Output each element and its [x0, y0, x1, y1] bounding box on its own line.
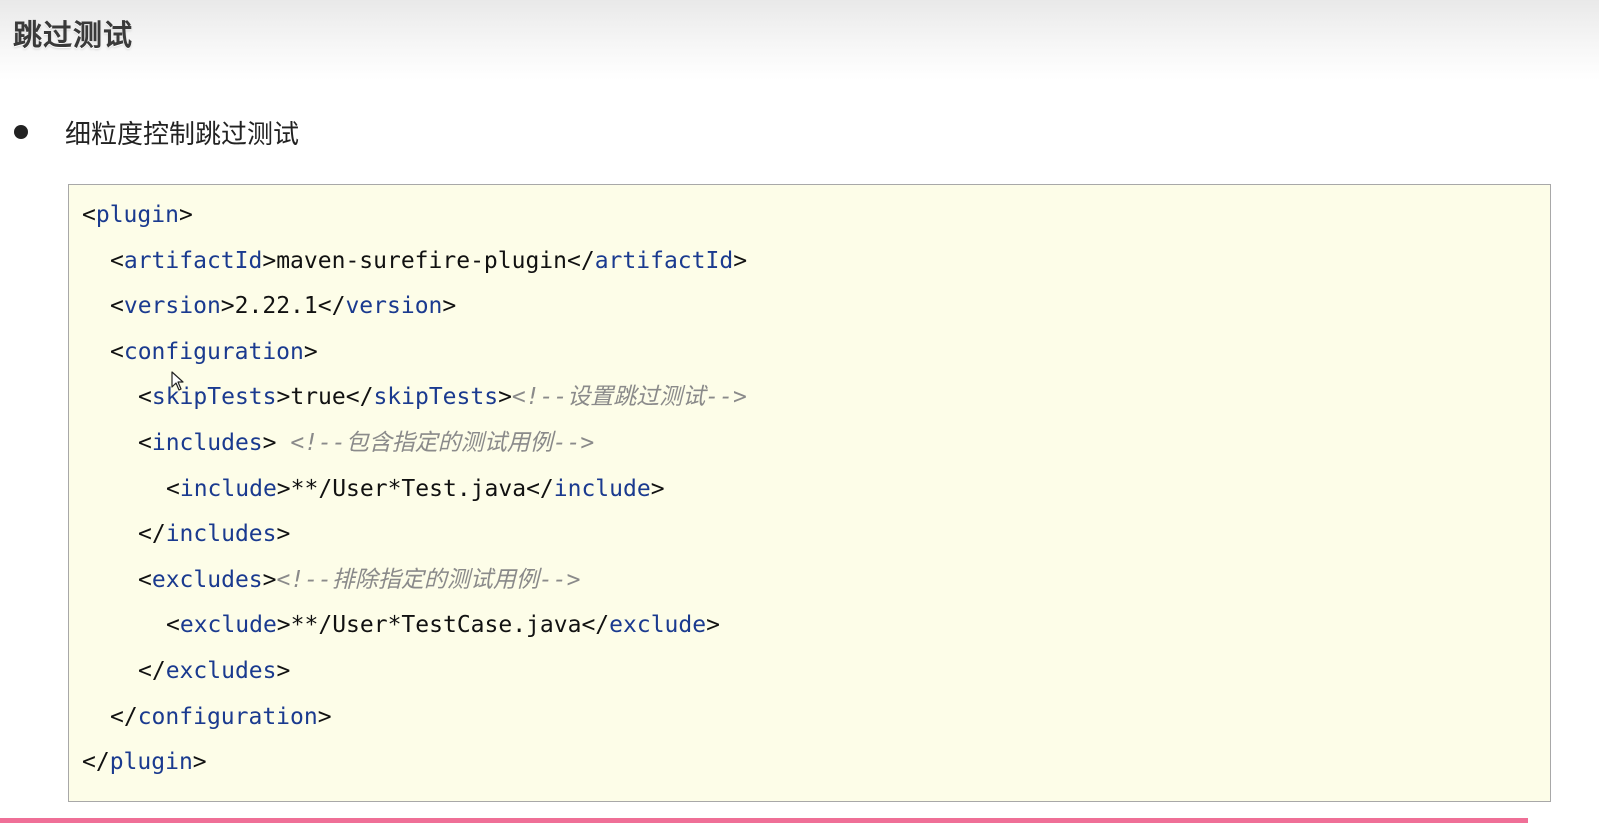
code-punctuation: > — [220, 293, 235, 320]
code-tag-name: exclude — [179, 612, 277, 639]
bullet-item: 细粒度控制跳过测试 — [14, 112, 299, 152]
code-punctuation: > — [706, 612, 720, 639]
code-tag-name: include — [179, 475, 277, 502]
code-line: <skipTests>true</skipTests><!--设置跳过测试--> — [138, 382, 747, 412]
code-tag-name: version — [123, 293, 221, 320]
code-tag-name: excludes — [165, 658, 277, 684]
page-title: 跳过测试 — [13, 18, 134, 52]
code-punctuation: > — [303, 338, 318, 365]
code-punctuation: </ — [581, 612, 610, 639]
code-tag-name: excludes — [151, 566, 263, 593]
code-punctuation: </ — [526, 475, 554, 502]
code-block: <plugin> <artifactId>maven-surefire-plugi… — [68, 184, 1551, 802]
code-line: <artifactId>maven-surefire-plugin</artif… — [110, 246, 747, 276]
code-tag-name: plugin — [95, 202, 179, 228]
code-punctuation: < — [110, 338, 124, 365]
code-tag-name: artifactId — [123, 247, 263, 274]
bullet-dot-icon — [14, 125, 28, 139]
code-punctuation: > — [262, 566, 277, 593]
code-punctuation: < — [138, 384, 152, 411]
code-punctuation: < — [82, 202, 96, 228]
code-tag-name: includes — [151, 430, 263, 456]
code-tag-name: version — [345, 293, 443, 320]
code-punctuation: > — [276, 475, 291, 502]
code-comment: <!--设置跳过测试--> — [511, 384, 747, 411]
code-punctuation: </ — [345, 384, 374, 411]
code-punctuation: </ — [567, 247, 595, 274]
code-punctuation: < — [166, 475, 180, 502]
code-text: maven-surefire-plugin — [276, 247, 567, 274]
code-punctuation: > — [442, 293, 457, 320]
code-line: <plugin> — [82, 200, 193, 230]
code-punctuation: </ — [82, 749, 110, 776]
code-text: **/User*TestCase.java — [290, 612, 582, 639]
code-tag-name: configuration — [137, 703, 318, 730]
code-tag-name: artifactId — [594, 247, 734, 274]
code-comment: <!--排除指定的测试用例--> — [276, 566, 581, 593]
code-comment: <!--包含指定的测试用例--> — [290, 430, 595, 456]
code-punctuation: </ — [110, 703, 138, 730]
code-punctuation: > — [650, 475, 665, 502]
code-line: <configuration> — [110, 337, 318, 367]
code-punctuation: > — [276, 521, 291, 548]
mouse-pointer-icon — [171, 371, 184, 391]
header-band — [0, 0, 1599, 80]
accent-bar — [0, 818, 1528, 823]
code-punctuation: > — [276, 612, 291, 639]
code-line: <include>**/User*Test.java</include> — [166, 474, 665, 504]
code-tag-name: exclude — [609, 612, 707, 639]
code-text: **/User*Test.java — [290, 475, 527, 502]
code-punctuation: > — [276, 384, 291, 411]
code-punctuation: > — [733, 247, 748, 274]
code-tag-name: skipTests — [373, 384, 499, 411]
code-line: <excludes><!--排除指定的测试用例--> — [138, 565, 580, 595]
code-text: true — [290, 384, 346, 411]
bullet-text: 细粒度控制跳过测试 — [65, 119, 300, 150]
code-punctuation: > — [498, 384, 512, 411]
code-text: 2.22.1 — [234, 293, 318, 320]
code-punctuation: > — [262, 430, 291, 456]
code-line: </plugin> — [82, 747, 207, 777]
code-punctuation: </ — [317, 293, 346, 320]
code-punctuation: < — [166, 612, 180, 639]
code-line: </includes> — [138, 519, 290, 549]
code-punctuation: > — [276, 658, 291, 684]
code-punctuation: < — [110, 293, 124, 320]
code-punctuation: </ — [138, 658, 166, 684]
code-tag-name: configuration — [123, 338, 304, 365]
code-tag-name: plugin — [109, 749, 193, 776]
code-punctuation: > — [192, 749, 207, 776]
code-punctuation: > — [317, 703, 332, 730]
code-punctuation: < — [138, 566, 152, 593]
code-tag-name: includes — [165, 521, 277, 548]
code-line: <includes> <!--包含指定的测试用例--> — [138, 428, 594, 458]
code-line: </configuration> — [110, 702, 332, 732]
code-line: <version>2.22.1</version> — [110, 291, 456, 321]
code-punctuation: </ — [138, 521, 166, 548]
code-line: </excludes> — [138, 656, 290, 686]
code-line: <exclude>**/User*TestCase.java</exclude> — [166, 610, 720, 640]
code-punctuation: > — [262, 247, 277, 274]
code-punctuation: < — [138, 430, 152, 456]
code-punctuation: > — [178, 202, 193, 228]
code-tag-name: include — [553, 475, 651, 502]
code-punctuation: < — [110, 247, 124, 274]
